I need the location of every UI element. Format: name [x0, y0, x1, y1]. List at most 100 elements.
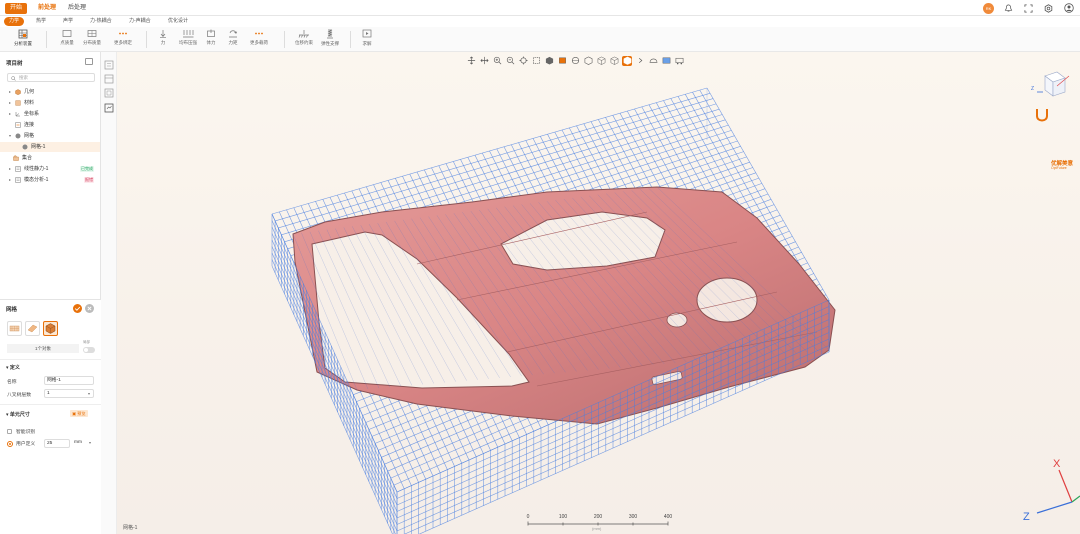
navigation-cube[interactable]: Z: [1031, 71, 1070, 97]
elastic-support-button[interactable]: 弹性支撑: [317, 29, 343, 51]
account-icon[interactable]: [1063, 3, 1074, 14]
distributed-mass-button[interactable]: 分布质量: [79, 29, 105, 51]
fullscreen-icon[interactable]: [1023, 3, 1034, 14]
force-label: 力: [160, 40, 166, 45]
tab-postprocess[interactable]: 后处理: [63, 3, 91, 14]
body-force-label: 体力: [206, 40, 216, 45]
tree-search-input[interactable]: 搜索: [7, 73, 95, 82]
solid-mesh-icon: [45, 323, 56, 334]
status-badge: 报错: [84, 177, 94, 183]
point-mass-label: 点质量: [60, 40, 74, 45]
ribbon-separator: [46, 31, 47, 48]
cancel-button[interactable]: [85, 304, 94, 313]
smart-detect-label: 智能识别: [16, 430, 36, 435]
octree-levels-label: 八叉树层数: [7, 393, 31, 398]
tree-item-connection[interactable]: 连接: [0, 120, 100, 130]
mesh-properties-panel: 网格 1个对象 局部 ▾ 定义 名称 网格-1 八叉树层数 1 ▾ ▾ 单元尺寸 …: [0, 299, 101, 534]
uniform-pressure-label: 均布压强: [179, 40, 197, 45]
user-defined-radio[interactable]: [7, 441, 13, 447]
surface-mesh-icon: [9, 325, 20, 332]
more-loads-label: 更多载荷: [250, 40, 268, 45]
analysis-setup-button[interactable]: 分析装置: [8, 29, 38, 51]
tree-item-coordinate-system[interactable]: ▸ 坐标系: [0, 109, 100, 119]
divider: [0, 404, 101, 405]
settings-icon[interactable]: [1043, 3, 1054, 14]
door-inner-panel: [292, 186, 836, 425]
preview-button[interactable]: ▣ 预览: [70, 410, 88, 417]
tree-item-modal-analysis-1[interactable]: ▸ 模态分析-1 报错: [0, 175, 100, 185]
definition-section[interactable]: ▾ 定义: [6, 364, 20, 371]
body-force-button[interactable]: 体力: [200, 29, 222, 51]
analysis-setup-label: 分析装置: [14, 41, 32, 46]
tree-item-mesh-1[interactable]: 网格-1: [0, 142, 100, 152]
connection-icon: [15, 122, 21, 128]
properties-icon[interactable]: [104, 74, 114, 84]
point-mass-button[interactable]: 点质量: [54, 29, 80, 51]
scale-tick: 200: [593, 514, 603, 520]
object-count: 1个对象: [7, 344, 79, 353]
moment-button[interactable]: 力矩: [222, 29, 244, 51]
uniform-pressure-icon: [183, 30, 194, 38]
module-thermal[interactable]: 热学: [31, 17, 51, 26]
axis-x-label: X: [1053, 458, 1061, 470]
mesh-panel-title: 网格: [6, 307, 18, 313]
tree-view-icon[interactable]: [104, 60, 114, 70]
module-optimization[interactable]: 优化设计: [163, 17, 193, 26]
project-tree-title: 项目树: [6, 61, 23, 67]
mesh-type-shell-button[interactable]: [25, 321, 40, 336]
uniform-pressure-button[interactable]: 均布压强: [175, 29, 201, 51]
module-acoustic[interactable]: 声学: [58, 17, 78, 26]
moment-icon: [229, 30, 238, 38]
preview-label: 预览: [77, 411, 86, 416]
svg-text:Z: Z: [1031, 86, 1034, 92]
tree-item-mesh[interactable]: ▾ 网格: [0, 131, 100, 141]
scale-tick: 0: [526, 514, 530, 520]
confirm-button[interactable]: [73, 304, 82, 313]
element-size-input[interactable]: 25: [44, 439, 70, 448]
tree-item-linear-static-1[interactable]: ▸ 线性静力-1 已完成: [0, 164, 100, 174]
axis-z-label: Z: [1023, 511, 1030, 523]
ribbon-separator: [284, 31, 285, 48]
mesh-node-icon: [22, 144, 28, 150]
smart-detect-checkbox[interactable]: [7, 429, 12, 434]
side-tool-strip: [101, 52, 117, 534]
tree-item-geometry[interactable]: ▸ 几何: [0, 87, 100, 97]
octree-levels-select[interactable]: 1 ▾: [44, 389, 94, 398]
viewport-status-text: 网格-1: [123, 525, 138, 531]
mesh-type-2d-button[interactable]: [7, 321, 22, 336]
mesh-scene[interactable]: X Z Z: [117, 52, 1080, 534]
solve-button[interactable]: 求解: [356, 29, 378, 51]
distributed-mass-icon: [87, 30, 97, 37]
local-toggle[interactable]: [83, 347, 95, 353]
mesh-type-solid-button[interactable]: [43, 321, 58, 336]
element-size-section[interactable]: ▾ 单元尺寸: [6, 411, 30, 418]
ribbon-separator: [146, 31, 147, 48]
tree-item-material[interactable]: ▸ 材料: [0, 98, 100, 108]
name-field[interactable]: 网格-1: [44, 376, 94, 385]
results-icon[interactable]: [104, 103, 114, 113]
bell-icon[interactable]: [1003, 3, 1014, 14]
size-unit-select[interactable]: mm ▾: [72, 439, 94, 448]
module-thermo-mechanical[interactable]: 力-热耦合: [85, 17, 117, 26]
module-vibro-acoustic[interactable]: 力-声耦合: [124, 17, 156, 26]
elastic-support-label: 弹性支撑: [321, 41, 339, 46]
more-binding-icon: [119, 32, 127, 35]
search-placeholder: 搜索: [19, 75, 28, 80]
tree-item-set[interactable]: 集合: [0, 153, 100, 163]
more-loads-button[interactable]: 更多载荷: [243, 29, 275, 51]
panel-collapse-icon[interactable]: [85, 58, 93, 65]
moment-label: 力矩: [228, 40, 238, 45]
user-badge[interactable]: RK: [983, 2, 994, 14]
more-binding-button[interactable]: 更多绑定: [108, 29, 138, 51]
module-mechanics[interactable]: 力学: [4, 17, 25, 26]
chevron-down-icon: ▾: [87, 391, 90, 396]
displacement-constraint-button[interactable]: 位移约束: [291, 29, 317, 51]
local-toggle-label: 局部: [83, 340, 90, 344]
force-button[interactable]: 力: [152, 29, 174, 51]
3d-viewport[interactable]: X Z Z 优解美意 OptFuture 0 100 200 300 400 (…: [117, 52, 1080, 534]
analysis-icon: [15, 177, 21, 183]
tab-preprocess[interactable]: 前处理: [33, 3, 61, 14]
tab-start[interactable]: 开始: [5, 3, 28, 14]
top-bar: 开始 前处理 后处理 RK: [0, 0, 1080, 16]
layers-icon[interactable]: [104, 88, 114, 98]
